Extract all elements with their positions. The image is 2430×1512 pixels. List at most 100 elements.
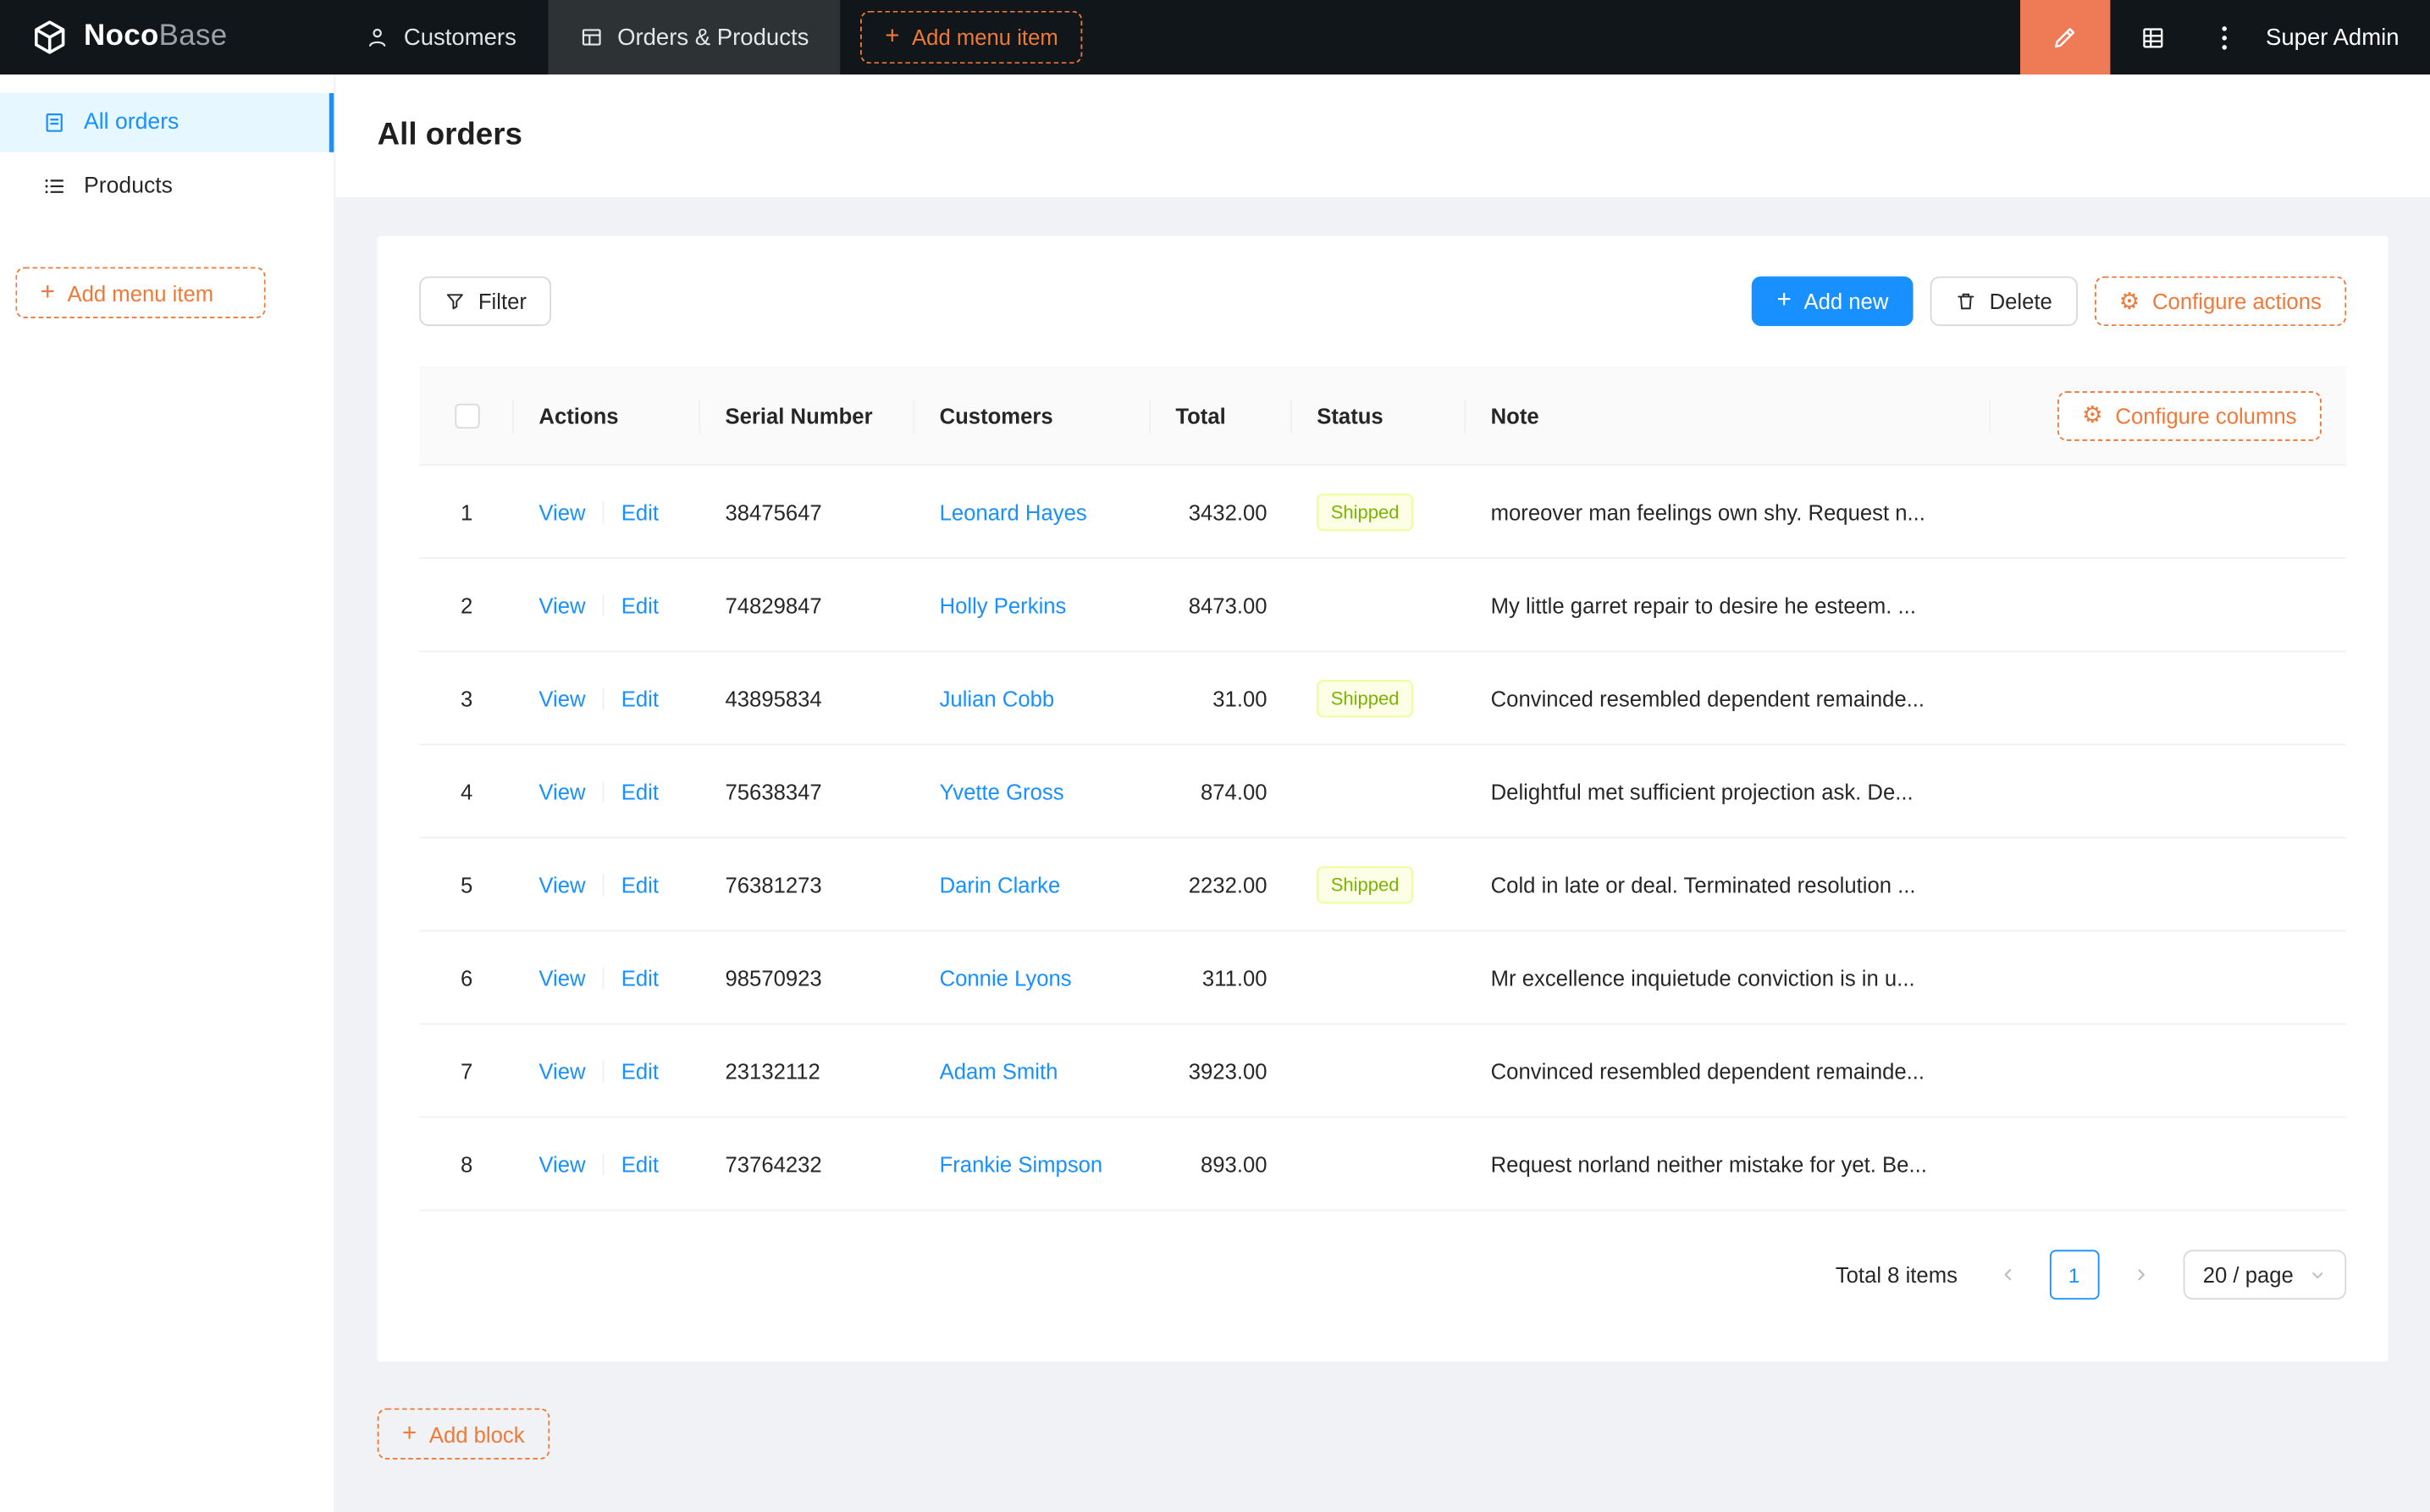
customer-link[interactable]: Holly Perkins [940,593,1067,617]
configure-columns-label: Configure columns [2115,402,2297,428]
table-row: 2 View Edit 74829847 Holly Perkins 8473.… [419,559,2347,653]
edit-link[interactable]: Edit [621,499,659,524]
table-body: 1 View Edit 38475647 Leonard Hayes 3432.… [419,466,2347,1211]
add-menu-item-label: Add menu item [67,280,214,306]
view-link[interactable]: View [538,1058,585,1083]
table-header-row: Actions Serial Number Customers Total St… [419,366,2347,466]
sidebar-item-all-orders[interactable]: All orders [0,93,334,152]
view-link[interactable]: View [538,593,585,617]
serial-cell: 98570923 [725,964,822,991]
status-cell: Shipped [1292,679,1466,717]
row-index-cell: 3 [419,686,514,710]
content-area: Filter + Add new Delete ⚙ Configure acti… [335,197,2430,1512]
sidebar-item-products[interactable]: Products [0,157,334,216]
edit-link[interactable]: Edit [621,1151,659,1176]
customer-cell: Darin Clarke [914,872,1151,897]
row-index: 8 [460,1151,473,1177]
grid-icon [2140,24,2166,50]
configure-actions-button[interactable]: ⚙ Configure actions [2094,276,2347,327]
nav-item-orders-products[interactable]: Orders & Products [547,0,841,75]
edit-link[interactable]: Edit [621,686,659,710]
total-cell: 3923.00 [1188,1057,1267,1084]
ui-editor-button[interactable] [2020,0,2111,75]
select-all-checkbox[interactable] [454,402,479,428]
add-new-button[interactable]: + Add new [1752,276,1914,327]
view-link[interactable]: View [538,872,585,897]
status-tag: Shipped [1317,679,1414,717]
filter-icon [445,290,467,312]
header-add-menu-item-button[interactable]: + Add menu item [859,10,1084,64]
serial-cell: 75638347 [725,778,822,804]
filter-label: Filter [478,289,527,314]
note-cell: My little garret repair to desire he est… [1490,592,1916,618]
edit-link[interactable]: Edit [621,779,659,803]
customer-link[interactable]: Frankie Simpson [940,1151,1103,1176]
view-link[interactable]: View [538,1151,585,1176]
current-user[interactable]: Super Admin [2266,24,2400,50]
edit-link[interactable]: Edit [621,1058,659,1083]
list-icon [42,174,67,198]
customer-link[interactable]: Julian Cobb [940,686,1055,710]
link-divider [602,966,605,989]
header-right: Super Admin [2020,0,2430,75]
users-icon [365,25,389,49]
view-link[interactable]: View [538,779,585,803]
total-cell: 31.00 [1212,685,1267,711]
serial-cell: 23132112 [725,1057,820,1084]
edit-link[interactable]: Edit [621,965,659,990]
table-row: 4 View Edit 75638347 Yvette Gross 874.00… [419,745,2347,839]
row-index-cell: 7 [419,1058,514,1083]
table-row: 8 View Edit 73764232 Frankie Simpson 893… [419,1117,2347,1211]
note-cell: moreover man feelings own shy. Request n… [1490,499,1925,524]
link-divider [602,780,605,803]
column-header-note: Note [1466,367,1991,465]
note-cell: Delightful met sufficient projection ask… [1490,778,1914,804]
more-menu-button[interactable] [2195,0,2254,74]
page-number-button[interactable]: 1 [2049,1250,2099,1300]
view-link[interactable]: View [538,965,585,990]
logo[interactable]: NocoBase [0,0,334,74]
filter-button[interactable]: Filter [419,276,552,327]
chevron-right-icon [2131,1266,2150,1284]
link-divider [602,500,605,523]
edit-link[interactable]: Edit [621,593,659,617]
plus-icon: + [1776,287,1792,314]
row-actions-cell: View Edit [514,686,700,710]
delete-button[interactable]: Delete [1930,276,2078,327]
grid-panel-button[interactable] [2111,0,2195,74]
edit-link[interactable]: Edit [621,872,659,897]
customer-link[interactable]: Adam Smith [940,1058,1058,1083]
customer-link[interactable]: Connie Lyons [940,965,1072,990]
table-row: 7 View Edit 23132112 Adam Smith 3923.00 … [419,1024,2347,1118]
customer-link[interactable]: Leonard Hayes [940,499,1087,524]
row-index: 4 [460,778,473,804]
sidebar-add-menu-item-button[interactable]: + Add menu item [15,267,266,318]
table-row: 5 View Edit 76381273 Darin Clarke 2232.0… [419,838,2347,932]
page-size-value: 20 / page [2202,1262,2294,1288]
customer-link[interactable]: Darin Clarke [940,872,1061,897]
nav-item-customers[interactable]: Customers [334,0,547,74]
total-cell: 874.00 [1200,778,1267,804]
delete-label: Delete [1989,289,2052,314]
configure-columns-button[interactable]: ⚙ Configure columns [2057,390,2322,440]
row-actions-cell: View Edit [514,779,700,803]
add-block-button[interactable]: + Add block [377,1408,550,1460]
chevron-down-icon [2309,1266,2326,1283]
link-divider [602,1059,605,1082]
previous-page-button[interactable] [1982,1250,2032,1300]
next-page-button[interactable] [2116,1250,2166,1300]
column-header-total: Total [1151,367,1292,465]
link-divider [602,687,605,709]
view-link[interactable]: View [538,686,585,710]
row-index-cell: 5 [419,872,514,897]
total-cell: 2232.00 [1188,871,1267,897]
page-size-select[interactable]: 20 / page [2182,1250,2347,1300]
main-area: All orders Filter + Add new Delete ⚙ Con… [335,74,2430,1512]
customer-link[interactable]: Yvette Gross [940,779,1064,803]
table-row: 6 View Edit 98570923 Connie Lyons 311.00… [419,931,2347,1025]
serial-cell: 74829847 [725,592,822,618]
add-block-label: Add block [428,1421,525,1447]
orders-file-icon [42,110,67,135]
column-header-serial-number: Serial Number [700,367,914,465]
view-link[interactable]: View [538,499,585,524]
